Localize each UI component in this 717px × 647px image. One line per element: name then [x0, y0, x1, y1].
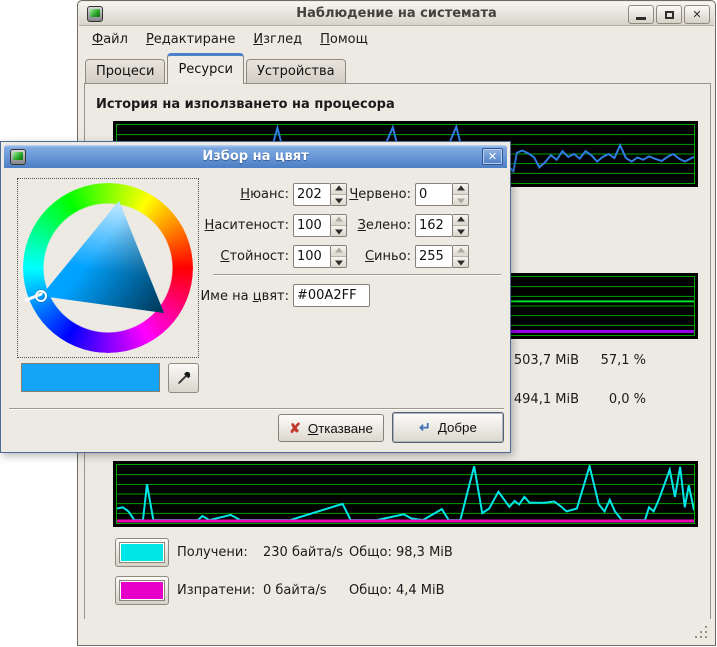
sent-rate: 0 байта/s: [263, 583, 327, 598]
saturation-label: Наситеност:: [179, 214, 289, 237]
ok-button-label: Добре: [438, 420, 477, 435]
field-separator: [213, 274, 501, 276]
maximize-button[interactable]: [656, 5, 682, 24]
menu-help[interactable]: Помощ: [320, 32, 368, 47]
value-label: Стойност:: [179, 245, 289, 268]
blue-label: Синьо:: [323, 245, 411, 268]
blue-input[interactable]: [415, 245, 453, 268]
hue-label: Нюанс:: [179, 183, 289, 206]
red-spinner: [453, 183, 469, 206]
eyedropper-button[interactable]: [168, 363, 199, 393]
received-label: Получени:: [177, 545, 248, 560]
network-history-plot: [116, 464, 695, 524]
red-label: Червено:: [323, 183, 411, 206]
color-name-input[interactable]: [293, 284, 370, 307]
maximize-icon: [665, 11, 674, 19]
menu-edit[interactable]: Редактиране: [146, 32, 235, 47]
network-history-chart: [113, 461, 698, 527]
sent-color-button[interactable]: [115, 576, 169, 605]
sent-color-swatch: [119, 580, 165, 601]
color-picker-dialog: Избор на цвят ✕ Нюанс:: [0, 141, 511, 453]
dialog-body: Нюанс: Наситеност: Стойност:: [1, 167, 510, 452]
eyedropper-icon: [176, 370, 192, 386]
blue-spinbox: [415, 245, 469, 268]
action-separator: [9, 408, 504, 410]
cancel-button-label: Отказване: [308, 421, 373, 436]
green-up-arrow-icon[interactable]: [453, 215, 468, 226]
color-preview-swatch: [21, 363, 160, 392]
dialog-title: Избор на цвят: [4, 149, 507, 164]
received-total-label: Общо:: [349, 545, 392, 560]
selection-marker-icon: [35, 290, 47, 302]
red-input[interactable]: [415, 183, 453, 206]
resize-grip[interactable]: [695, 626, 709, 640]
dialog-titlebar[interactable]: Избор на цвят ✕: [4, 145, 507, 168]
window-controls: ✕: [628, 5, 710, 24]
main-window-titlebar[interactable]: Наблюдение на системата ✕: [79, 2, 714, 26]
green-label: Зелено:: [323, 214, 411, 237]
received-color-swatch: [119, 542, 165, 563]
ok-button[interactable]: ↵ Добре: [392, 412, 504, 443]
menubar: Файл Редактиране Изглед Помощ: [79, 27, 714, 51]
menu-file[interactable]: Файл: [92, 32, 128, 47]
cancel-button[interactable]: ✘ Отказване: [278, 414, 384, 442]
received-total: 98,3 MiB: [396, 545, 453, 560]
sent-total-label: Общо:: [349, 583, 392, 598]
main-window-title: Наблюдение на системата: [79, 6, 714, 21]
color-wheel-widget: [17, 178, 199, 358]
swap-used-percent: 0,0 %: [548, 392, 646, 407]
green-down-arrow-icon[interactable]: [453, 226, 468, 236]
cancel-x-icon: ✘: [289, 420, 301, 437]
dialog-close-button[interactable]: ✕: [482, 148, 503, 165]
system-monitor-icon: [87, 6, 103, 22]
tab-processes[interactable]: Процеси: [85, 59, 165, 84]
green-spinner: [453, 214, 469, 237]
received-rate: 230 байта/s: [263, 545, 343, 560]
dialog-icon: [10, 149, 26, 165]
minimize-icon: [636, 17, 646, 20]
menu-view[interactable]: Изглед: [253, 32, 302, 47]
red-spinbox: [415, 183, 469, 206]
green-input[interactable]: [415, 214, 453, 237]
memory-used-percent: 57,1 %: [548, 353, 646, 368]
tab-resources[interactable]: Ресурси: [167, 53, 244, 84]
close-button[interactable]: ✕: [684, 5, 710, 24]
sent-total: 4,4 MiB: [396, 583, 445, 598]
sent-label: Изпратени:: [177, 583, 255, 598]
blue-spinner: [453, 245, 469, 268]
cpu-history-heading: История на използването на процесора: [96, 97, 395, 112]
ok-enter-icon: ↵: [419, 419, 431, 436]
green-spinbox: [415, 214, 469, 237]
close-icon: ✕: [488, 150, 497, 163]
red-up-arrow-icon[interactable]: [453, 184, 468, 195]
received-color-button[interactable]: [115, 538, 169, 567]
close-icon: ✕: [692, 8, 701, 21]
blue-down-arrow-icon[interactable]: [453, 257, 468, 267]
monitor-screen-icon: [90, 9, 100, 17]
red-down-arrow-icon[interactable]: [453, 195, 468, 205]
tab-bar: Процеси Ресурси Устройства: [85, 54, 708, 84]
color-name-label: Име на цвят:: [169, 285, 289, 308]
monitor-screen-icon: [13, 152, 23, 160]
tab-devices[interactable]: Устройства: [246, 59, 346, 84]
minimize-button[interactable]: [628, 5, 654, 24]
status-bar: [79, 619, 714, 644]
blue-up-arrow-icon[interactable]: [453, 246, 468, 257]
